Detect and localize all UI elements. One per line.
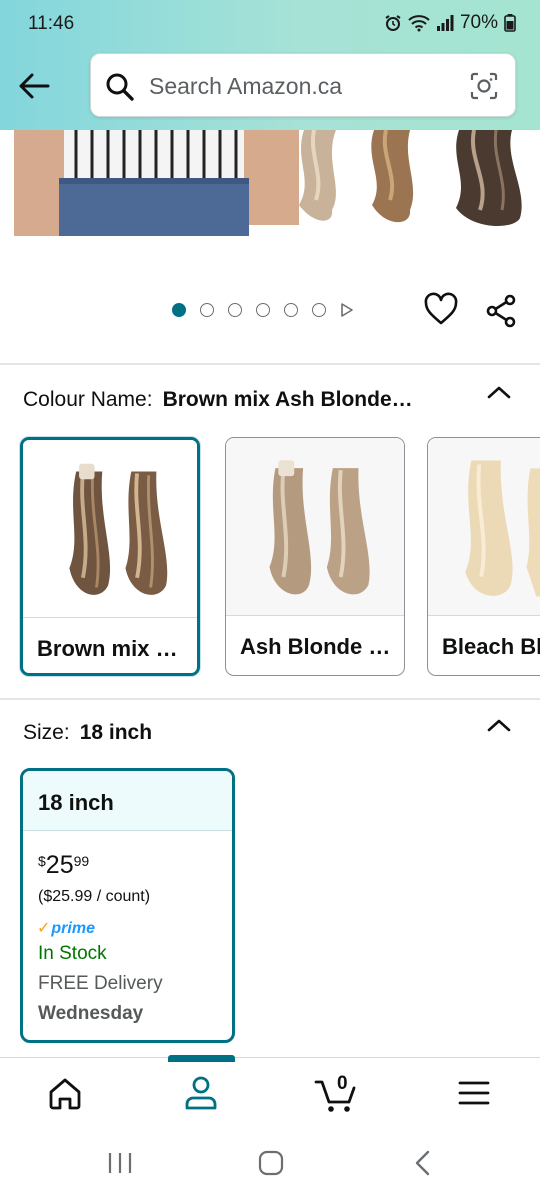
unit-price: ($25.99 / count): [38, 888, 151, 905]
home-button-icon[interactable]: [258, 1150, 284, 1176]
price-fraction: 99: [73, 853, 90, 869]
swatch-label: Bleach Bl: [442, 634, 540, 659]
size-option-title: 18 inch: [23, 771, 232, 831]
carousel-dot[interactable]: [172, 303, 186, 317]
wifi-icon: [408, 15, 430, 32]
image-carousel-dots[interactable]: [172, 303, 354, 317]
carousel-dot[interactable]: [284, 303, 298, 317]
share-icon[interactable]: [485, 294, 517, 328]
prime-check-icon: ✓: [37, 920, 51, 937]
account-icon[interactable]: [176, 1070, 226, 1116]
carousel-dot[interactable]: [200, 303, 214, 317]
colour-name-label: Colour Name: Brown mix Ash Blonde…: [23, 388, 413, 412]
size-option-18-inch[interactable]: 18 inch $2599 ($25.99 / count) ✓prime In…: [20, 768, 235, 1043]
battery-level: 70%: [459, 12, 498, 33]
swatch-label: Brown mix …: [37, 636, 178, 661]
status-bar: 11:46 70%: [0, 0, 540, 50]
status-icons: 70%: [384, 12, 516, 34]
colour-option-bleach-blonde[interactable]: Bleach Bl: [427, 437, 540, 676]
stock-status: In Stock: [38, 943, 107, 964]
colour-selected-value: Brown mix Ash Blonde…: [162, 388, 413, 411]
collapse-size-icon[interactable]: [486, 715, 512, 735]
collapse-colour-icon[interactable]: [486, 382, 512, 402]
signal-icon: [436, 15, 454, 31]
size-label: Size: 18 inch: [23, 721, 152, 745]
price-currency: $: [38, 853, 46, 869]
search-input[interactable]: Search Amazon.ca: [90, 53, 516, 117]
colour-option-ash-blonde[interactable]: Ash Blonde …: [225, 437, 405, 676]
price: $2599: [38, 851, 89, 880]
heart-icon[interactable]: [423, 292, 459, 326]
search-icon: [106, 73, 134, 101]
camera-search-icon[interactable]: [469, 71, 499, 101]
swatch-image: [23, 440, 197, 618]
section-divider: [0, 698, 540, 700]
menu-icon[interactable]: [449, 1070, 499, 1116]
back-arrow-icon[interactable]: [16, 68, 52, 104]
carousel-dot[interactable]: [312, 303, 326, 317]
colour-option-brown-mix[interactable]: Brown mix …: [20, 437, 200, 676]
active-tab-indicator: [168, 1055, 235, 1062]
size-selected-value: 18 inch: [79, 721, 153, 744]
prime-badge: ✓prime: [37, 918, 95, 938]
system-back-icon[interactable]: [412, 1150, 434, 1176]
delivery-day: Wednesday: [38, 1003, 144, 1024]
battery-icon: [504, 14, 516, 32]
home-icon[interactable]: [40, 1070, 90, 1116]
swatch-image: [226, 438, 404, 616]
swatch-label: Ash Blonde …: [240, 634, 391, 659]
product-image[interactable]: [14, 130, 526, 236]
video-play-icon[interactable]: [340, 303, 354, 317]
prime-text: prime: [51, 920, 95, 937]
carousel-dot[interactable]: [228, 303, 242, 317]
status-time: 11:46: [28, 13, 75, 34]
swatch-image: [428, 438, 540, 616]
cart-count: 0: [337, 1073, 348, 1094]
section-divider: [0, 363, 540, 365]
alarm-icon: [385, 15, 401, 31]
colour-label-text: Colour Name:: [23, 388, 153, 411]
size-label-text: Size:: [23, 721, 70, 744]
recent-apps-icon[interactable]: [106, 1150, 134, 1176]
delivery-text: FREE Delivery: [38, 973, 163, 994]
carousel-dot[interactable]: [256, 303, 270, 317]
price-whole: 25: [45, 851, 74, 879]
search-placeholder: Search Amazon.ca: [149, 73, 343, 99]
